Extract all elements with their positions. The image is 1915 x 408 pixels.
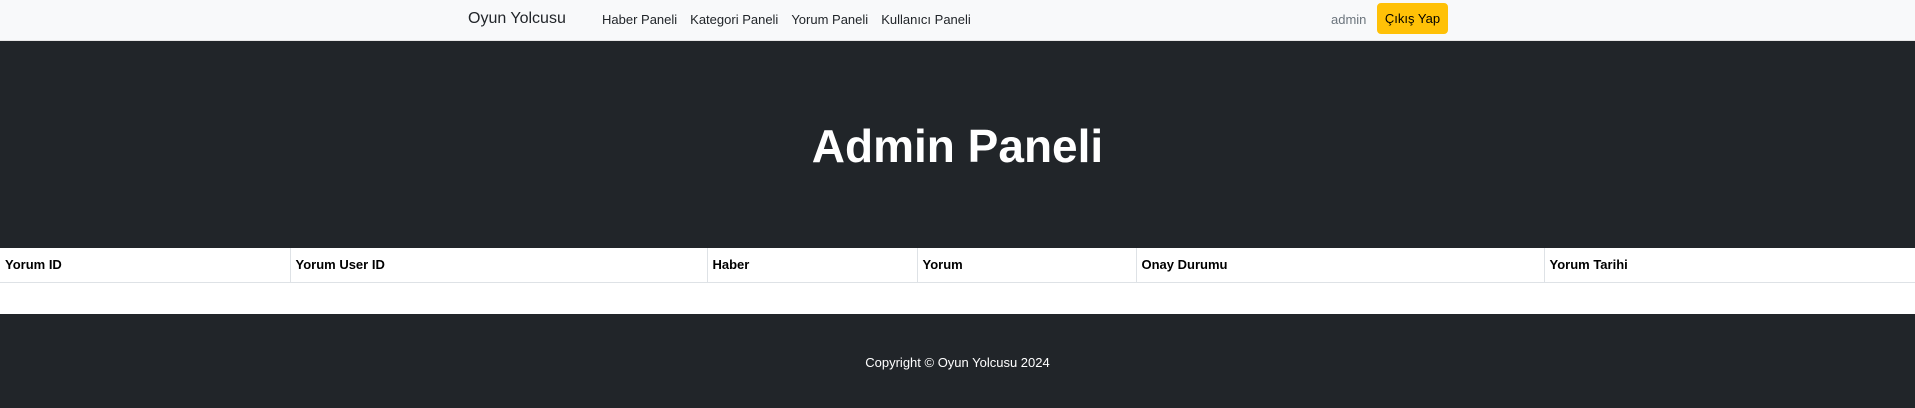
current-user-label: admin bbox=[1331, 12, 1367, 27]
table-header-row: Yorum ID Yorum User ID Haber Yorum Onay … bbox=[0, 248, 1915, 283]
column-header-yorum-id: Yorum ID bbox=[0, 248, 291, 283]
column-header-yorum-tarihi: Yorum Tarihi bbox=[1544, 248, 1915, 283]
column-header-yorum-user-id: Yorum User ID bbox=[290, 248, 708, 283]
nav-link-yorum-paneli[interactable]: Yorum Paneli bbox=[791, 12, 874, 27]
copyright-text: Copyright © Oyun Yolcusu 2024 bbox=[865, 355, 1050, 370]
logout-button[interactable]: Çıkış Yap bbox=[1377, 3, 1448, 34]
nav-links: Haber Paneli Kategori Paneli Yorum Panel… bbox=[602, 12, 984, 27]
column-header-yorum: Yorum bbox=[917, 248, 1137, 283]
comments-table-container: Yorum ID Yorum User ID Haber Yorum Onay … bbox=[0, 248, 1915, 314]
page-title: Admin Paneli bbox=[811, 120, 1104, 172]
nav-link-kullanici-paneli[interactable]: Kullanıcı Paneli bbox=[881, 12, 977, 27]
hero-banner: Admin Paneli bbox=[0, 41, 1915, 248]
column-header-onay-durumu: Onay Durumu bbox=[1136, 248, 1545, 283]
column-header-haber: Haber bbox=[707, 248, 918, 283]
footer: Copyright © Oyun Yolcusu 2024 bbox=[0, 314, 1915, 408]
brand-link[interactable]: Oyun Yolcusu bbox=[468, 10, 566, 28]
nav-link-kategori-paneli[interactable]: Kategori Paneli bbox=[690, 12, 784, 27]
comments-table: Yorum ID Yorum User ID Haber Yorum Onay … bbox=[0, 248, 1915, 283]
navbar: Oyun Yolcusu Haber Paneli Kategori Panel… bbox=[0, 0, 1915, 41]
nav-link-haber-paneli[interactable]: Haber Paneli bbox=[602, 12, 683, 27]
